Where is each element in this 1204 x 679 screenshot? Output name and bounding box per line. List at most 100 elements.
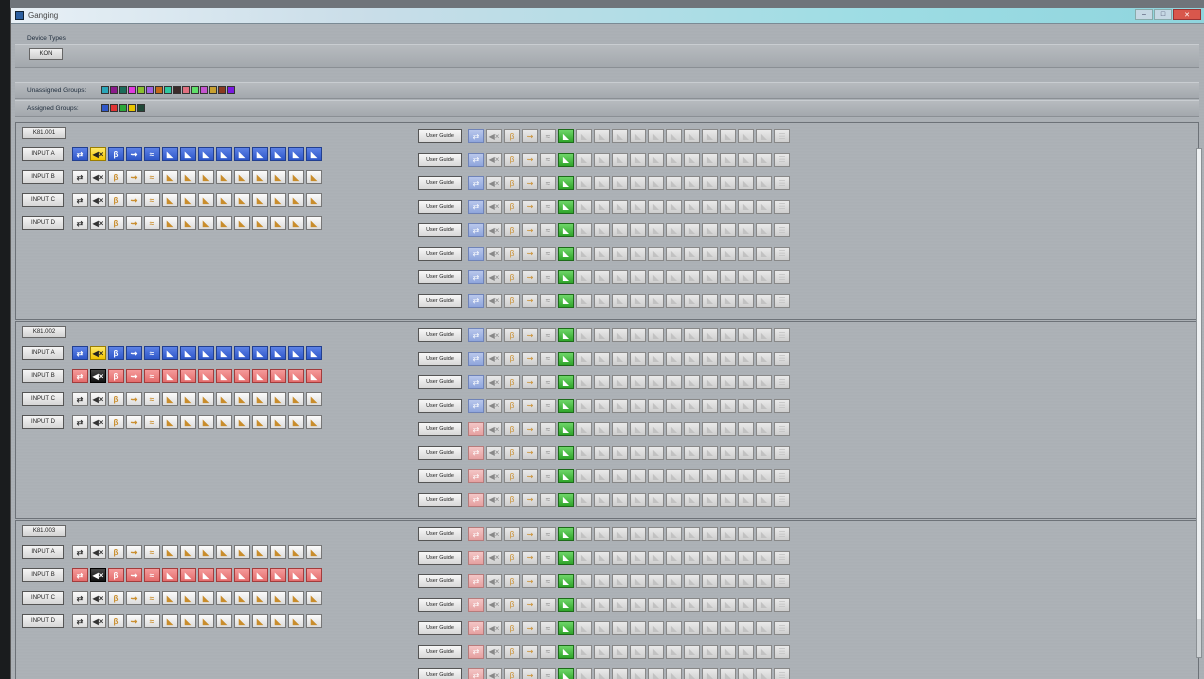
delay-icon[interactable]: ⇝: [522, 152, 538, 167]
meter-icon[interactable]: ☰: [774, 527, 790, 541]
curve-icon[interactable]: ◣: [648, 398, 664, 413]
delay-icon[interactable]: ⇝: [126, 170, 142, 184]
meter-icon[interactable]: ☰: [774, 152, 790, 167]
curve-icon[interactable]: ◣: [576, 246, 592, 261]
curve-icon[interactable]: ◣: [702, 270, 718, 284]
curve-icon[interactable]: ◣: [594, 527, 610, 541]
curve-icon[interactable]: ◣: [180, 147, 196, 161]
curve-icon[interactable]: ◣: [666, 398, 682, 413]
delay-icon[interactable]: ⇝: [522, 492, 538, 507]
gain-icon[interactable]: ◣: [558, 246, 574, 261]
curve-icon[interactable]: ◣: [180, 415, 196, 429]
curve-icon[interactable]: ◣: [630, 223, 646, 237]
delay-icon[interactable]: ⇝: [522, 422, 538, 436]
curve-icon[interactable]: ◣: [720, 574, 736, 588]
meter-icon[interactable]: ☰: [774, 199, 790, 214]
user-guide-button[interactable]: User Guide: [418, 422, 462, 436]
curve-icon[interactable]: ◣: [720, 621, 736, 635]
group-swatch[interactable]: [101, 86, 109, 94]
curve-icon[interactable]: ◣: [252, 545, 268, 559]
curve-icon[interactable]: ◣: [738, 621, 754, 635]
curve-icon[interactable]: ◣: [648, 469, 664, 483]
delay-icon[interactable]: ⇝: [126, 415, 142, 429]
meter-icon[interactable]: ☰: [774, 644, 790, 659]
curve-icon[interactable]: ◣: [162, 170, 178, 184]
user-guide-button[interactable]: User Guide: [418, 621, 462, 635]
polarity-icon[interactable]: β: [108, 568, 124, 582]
curve-icon[interactable]: ◣: [594, 422, 610, 436]
curve-icon[interactable]: ◣: [720, 597, 736, 612]
meter-icon[interactable]: ☰: [774, 574, 790, 588]
gain-icon[interactable]: ◣: [558, 270, 574, 284]
delay-icon[interactable]: ⇝: [522, 668, 538, 679]
curve-icon[interactable]: ◣: [234, 415, 250, 429]
curve-icon[interactable]: ◣: [198, 614, 214, 628]
curve-icon[interactable]: ◣: [702, 351, 718, 366]
curve-icon[interactable]: ◣: [702, 597, 718, 612]
curve-icon[interactable]: ◣: [216, 568, 232, 582]
group-swatch[interactable]: [137, 104, 145, 112]
mute-icon[interactable]: ◀×: [486, 492, 502, 507]
curve-icon[interactable]: ◣: [612, 293, 628, 308]
meter-icon[interactable]: ☰: [774, 293, 790, 308]
curve-icon[interactable]: ◣: [630, 246, 646, 261]
curve-icon[interactable]: ◣: [630, 199, 646, 214]
curve-icon[interactable]: ◣: [738, 129, 754, 143]
curve-icon[interactable]: ◣: [288, 392, 304, 406]
polarity-icon[interactable]: β: [108, 591, 124, 605]
curve-icon[interactable]: ◣: [306, 346, 322, 360]
curve-icon[interactable]: ◣: [666, 246, 682, 261]
eq-icon[interactable]: ≈: [540, 644, 556, 659]
meter-icon[interactable]: ☰: [774, 668, 790, 679]
gain-icon[interactable]: ◣: [558, 492, 574, 507]
delay-icon[interactable]: ⇝: [522, 621, 538, 635]
curve-icon[interactable]: ◣: [270, 591, 286, 605]
curve-icon[interactable]: ◣: [252, 193, 268, 207]
curve-icon[interactable]: ◣: [576, 574, 592, 588]
curve-icon[interactable]: ◣: [306, 545, 322, 559]
curve-icon[interactable]: ◣: [162, 193, 178, 207]
gain-icon[interactable]: ◣: [558, 375, 574, 389]
curve-icon[interactable]: ◣: [612, 176, 628, 190]
curve-icon[interactable]: ◣: [666, 527, 682, 541]
polarity-icon[interactable]: β: [108, 193, 124, 207]
curve-icon[interactable]: ◣: [612, 270, 628, 284]
curve-icon[interactable]: ◣: [756, 492, 772, 507]
input-button[interactable]: INPUT B: [22, 369, 64, 383]
curve-icon[interactable]: ◣: [576, 445, 592, 460]
polarity-icon[interactable]: β: [504, 621, 520, 635]
curve-icon[interactable]: ◣: [720, 270, 736, 284]
curve-icon[interactable]: ◣: [630, 550, 646, 565]
polarity-icon[interactable]: β: [504, 129, 520, 143]
curve-icon[interactable]: ◣: [180, 591, 196, 605]
mute-icon[interactable]: ◀×: [90, 369, 106, 383]
curve-icon[interactable]: ◣: [288, 614, 304, 628]
user-guide-button[interactable]: User Guide: [418, 668, 462, 679]
curve-icon[interactable]: ◣: [756, 176, 772, 190]
router-icon[interactable]: ⇄: [468, 668, 484, 679]
curve-icon[interactable]: ◣: [720, 422, 736, 436]
curve-icon[interactable]: ◣: [270, 568, 286, 582]
user-guide-button[interactable]: User Guide: [418, 445, 462, 460]
meter-icon[interactable]: ☰: [774, 328, 790, 342]
gain-icon[interactable]: ◣: [558, 469, 574, 483]
curve-icon[interactable]: ◣: [198, 193, 214, 207]
curve-icon[interactable]: ◣: [198, 568, 214, 582]
input-button[interactable]: INPUT A: [22, 545, 64, 559]
curve-icon[interactable]: ◣: [252, 591, 268, 605]
gain-icon[interactable]: ◣: [558, 199, 574, 214]
curve-icon[interactable]: ◣: [180, 193, 196, 207]
curve-icon[interactable]: ◣: [594, 328, 610, 342]
eq-icon[interactable]: ≈: [540, 574, 556, 588]
curve-icon[interactable]: ◣: [648, 351, 664, 366]
curve-icon[interactable]: ◣: [684, 422, 700, 436]
input-button[interactable]: INPUT D: [22, 614, 64, 628]
router-icon[interactable]: ⇄: [72, 369, 88, 383]
curve-icon[interactable]: ◣: [738, 527, 754, 541]
curve-icon[interactable]: ◣: [666, 668, 682, 679]
curve-icon[interactable]: ◣: [666, 152, 682, 167]
group-swatch[interactable]: [110, 86, 118, 94]
delay-icon[interactable]: ⇝: [126, 369, 142, 383]
curve-icon[interactable]: ◣: [162, 568, 178, 582]
delay-icon[interactable]: ⇝: [522, 527, 538, 541]
